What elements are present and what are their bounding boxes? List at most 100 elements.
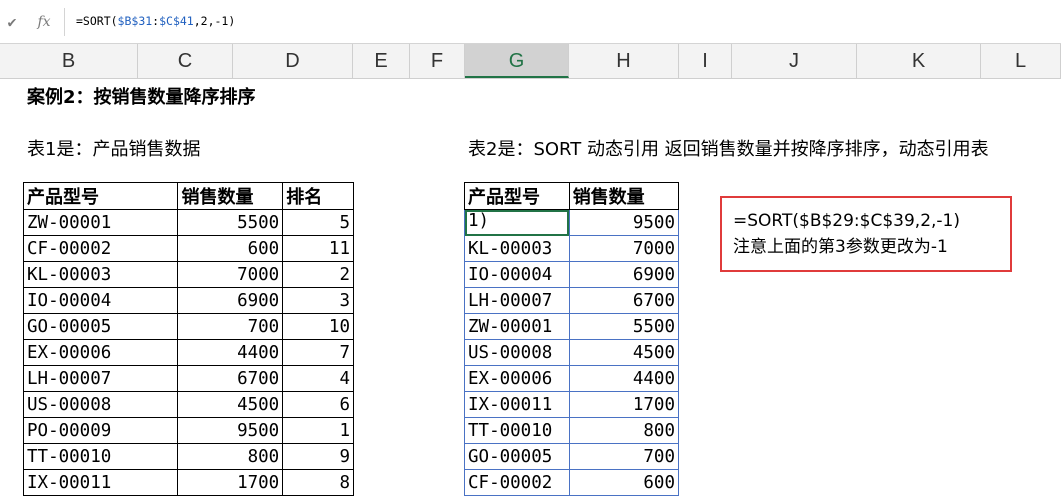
table-row: GO-00005 700 (464, 443, 680, 470)
column-header-j[interactable]: J (732, 44, 857, 78)
table-row: 1) 9500 (464, 209, 680, 236)
table-row: IO-00004 6900 3 (22, 287, 354, 314)
column-header-d[interactable]: D (233, 44, 353, 78)
column-header-k[interactable]: K (857, 44, 981, 78)
table1-cell[interactable]: KL-00003 (22, 261, 179, 288)
table1-cell[interactable]: 3 (282, 287, 354, 314)
checkmark-icon[interactable]: ✔ (2, 12, 22, 32)
table2-cell[interactable]: ZW-00001 (464, 313, 570, 340)
table1-cell[interactable]: 2 (282, 261, 354, 288)
table2-cell[interactable]: 1700 (568, 391, 680, 418)
table1-cell[interactable]: 4400 (177, 339, 284, 366)
table1-cell[interactable]: 9500 (177, 417, 284, 444)
column-header-h[interactable]: H (569, 44, 679, 78)
table1-cell[interactable]: 6900 (177, 287, 284, 314)
table-header-row: 产品型号 销售数量 (464, 182, 680, 210)
formula-ref-end: $C$41 (159, 14, 194, 28)
table1-cell[interactable]: PO-00009 (22, 417, 179, 444)
table2-cell[interactable]: 5500 (568, 313, 680, 340)
table1-cell[interactable]: 5500 (177, 209, 284, 236)
table1-cell[interactable]: 4500 (177, 391, 284, 418)
fx-icon[interactable]: fx (34, 12, 54, 32)
table1-cell[interactable]: CF-00002 (22, 235, 179, 262)
formula-input[interactable]: =SORT($B$31:$C$41,2,-1) (70, 6, 1056, 36)
table1-cell[interactable]: 1 (282, 417, 354, 444)
table1-caption: 表1是：产品销售数据 (27, 139, 201, 160)
table2-cell[interactable]: GO-00005 (464, 443, 570, 470)
table1-cell[interactable]: US-00008 (22, 391, 179, 418)
table1-cell[interactable]: IO-00004 (22, 287, 179, 314)
table2-cell[interactable]: 4500 (568, 339, 680, 366)
table2-cell[interactable]: 600 (568, 469, 680, 496)
table1-cell[interactable]: TT-00010 (22, 443, 179, 470)
table2-cell[interactable]: 7000 (568, 235, 680, 262)
active-cell[interactable]: 1) (464, 209, 570, 236)
table1-cell[interactable]: 6 (282, 391, 354, 418)
table2-cell[interactable]: US-00008 (464, 339, 570, 366)
table2-cell[interactable]: TT-00010 (464, 417, 570, 444)
table2-cell[interactable]: 4400 (568, 365, 680, 392)
table1-header-cell[interactable]: 排名 (282, 182, 354, 210)
table-row: US-00008 4500 6 (22, 391, 354, 418)
formula-suffix: ,2,-1) (193, 14, 236, 28)
table2-cell[interactable]: 6700 (568, 287, 680, 314)
table1-cell[interactable]: 600 (177, 235, 284, 262)
table1-header-cell[interactable]: 销售数量 (177, 182, 284, 210)
table1-cell[interactable]: 6700 (177, 365, 284, 392)
table2-cell[interactable]: EX-00006 (464, 365, 570, 392)
case-title: 案例2：按销售数量降序排序 (27, 87, 256, 108)
table2-cell[interactable]: 800 (568, 417, 680, 444)
table1-cell[interactable]: 7 (282, 339, 354, 366)
table-row: TT-00010 800 9 (22, 443, 354, 470)
table1-cell[interactable]: 5 (282, 209, 354, 236)
table-row: CF-00002 600 (464, 469, 680, 496)
column-header-i[interactable]: I (679, 44, 732, 78)
table2-header-cell[interactable]: 产品型号 (464, 182, 570, 210)
table1-cell[interactable]: 7000 (177, 261, 284, 288)
table2-cell[interactable]: CF-00002 (464, 469, 570, 496)
table1: 产品型号 销售数量 排名 ZW-00001 5500 5 CF-00002 600 11 KL-… (22, 182, 354, 496)
table2-cell[interactable]: LH-00007 (464, 287, 570, 314)
table1-cell[interactable]: 11 (282, 235, 354, 262)
column-header-c[interactable]: C (138, 44, 233, 78)
table1-cell[interactable]: 1700 (177, 469, 284, 496)
column-header-row: BCDEFGHIJKL (0, 44, 1061, 79)
formula-prefix: =SORT( (76, 14, 118, 28)
table1-cell[interactable]: 10 (282, 313, 354, 340)
note-text: 注意上面的第3参数更改为-1 (733, 237, 948, 257)
table-row: CF-00002 600 11 (22, 235, 354, 262)
column-header-g[interactable]: G (465, 44, 569, 78)
table1-cell[interactable]: IX-00011 (22, 469, 179, 496)
column-header-l[interactable]: L (981, 44, 1061, 78)
table2-header-cell[interactable]: 销售数量 (568, 182, 680, 210)
table1-cell[interactable]: 8 (282, 469, 354, 496)
table-row: PO-00009 9500 1 (22, 417, 354, 444)
table2-cell[interactable]: 6900 (568, 261, 680, 288)
column-header-e[interactable]: E (353, 44, 410, 78)
table1-cell[interactable]: EX-00006 (22, 339, 179, 366)
table-row: KL-00003 7000 2 (22, 261, 354, 288)
formula-bar: ✔ fx =SORT($B$31:$C$41,2,-1) (0, 0, 1061, 44)
table2-cell[interactable]: 700 (568, 443, 680, 470)
table1-cell[interactable]: ZW-00001 (22, 209, 179, 236)
table1-cell[interactable]: 9 (282, 443, 354, 470)
column-header-b[interactable]: B (0, 44, 138, 78)
table2-cell[interactable]: KL-00003 (464, 235, 570, 262)
table1-header-cell[interactable]: 产品型号 (22, 182, 179, 210)
table2-cell[interactable]: 9500 (568, 209, 680, 236)
table1-cell[interactable]: 4 (282, 365, 354, 392)
table1-cell[interactable]: GO-00005 (22, 313, 179, 340)
column-header-f[interactable]: F (410, 44, 465, 78)
table2-cell[interactable]: IO-00004 (464, 261, 570, 288)
table1-cell[interactable]: 800 (177, 443, 284, 470)
table1-cell[interactable]: LH-00007 (22, 365, 179, 392)
table-row: EX-00006 4400 (464, 365, 680, 392)
table2-cell[interactable]: IX-00011 (464, 391, 570, 418)
table-row: IX-00011 1700 (464, 391, 680, 418)
table2: 产品型号 销售数量 1) 9500 KL-00003 7000 IO-00004 6900 L… (464, 182, 680, 496)
table-row: IO-00004 6900 (464, 261, 680, 288)
table-row: ZW-00001 5500 5 (22, 209, 354, 236)
table-row: TT-00010 800 (464, 417, 680, 444)
table-row: IX-00011 1700 8 (22, 469, 354, 496)
table1-cell[interactable]: 700 (177, 313, 284, 340)
